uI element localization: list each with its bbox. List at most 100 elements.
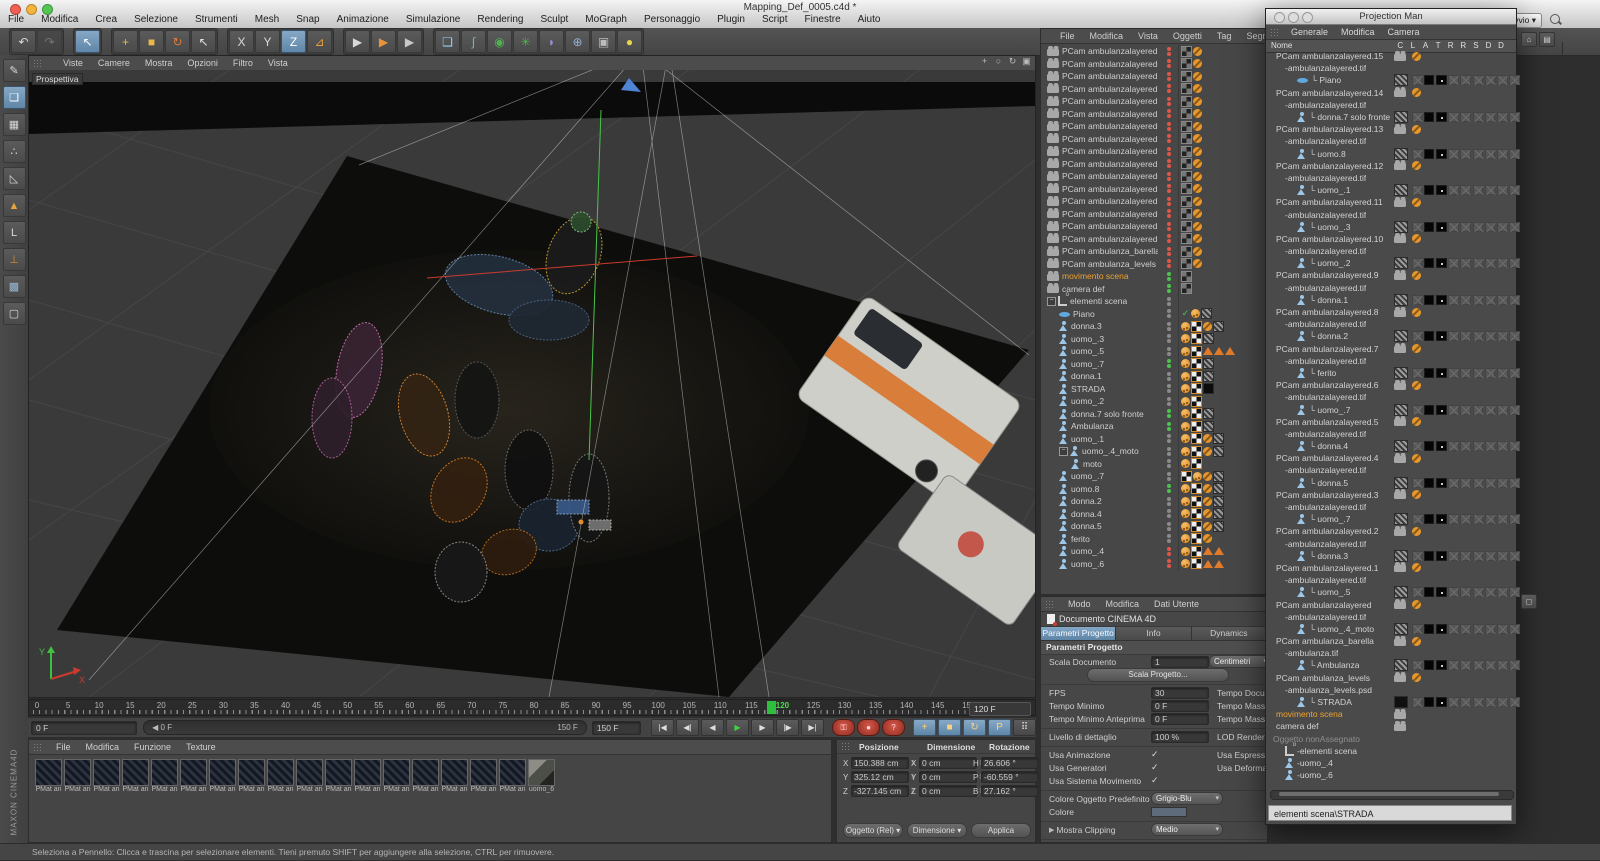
viewport-panel[interactable]: VisteCamereMostraOpzioniFiltroVista +○↻▣ bbox=[28, 55, 1036, 698]
visibility-dots[interactable] bbox=[1160, 283, 1179, 296]
compositing-tag[interactable] bbox=[1412, 234, 1421, 243]
object-row[interactable]: PCam ambulanzalayered.13 bbox=[1041, 70, 1267, 83]
phong-tag[interactable] bbox=[1181, 447, 1190, 456]
om-menu-oggetti[interactable]: Oggetti bbox=[1173, 31, 1202, 41]
param-checkbox[interactable]: ✓ bbox=[1151, 749, 1159, 760]
material-thumbnail[interactable] bbox=[267, 759, 294, 786]
pm-tree-row[interactable]: -ambulanza_levels.psd bbox=[1266, 684, 1516, 696]
display-tag[interactable] bbox=[1181, 246, 1192, 257]
coverage-cell[interactable] bbox=[1497, 295, 1508, 305]
display-tag[interactable] bbox=[1181, 158, 1192, 169]
coverage-cell[interactable] bbox=[1460, 405, 1471, 415]
compositing-tag[interactable] bbox=[1193, 209, 1202, 218]
move-tool-icon[interactable]: + bbox=[113, 30, 138, 53]
compositing-tag[interactable] bbox=[1193, 59, 1202, 68]
pm-tree-row[interactable]: camera def bbox=[1266, 720, 1516, 732]
autokey-button[interactable]: ● bbox=[857, 719, 880, 736]
coverage-cell[interactable] bbox=[1497, 697, 1508, 707]
coverage-cell[interactable] bbox=[1412, 331, 1423, 341]
coverage-cell[interactable] bbox=[1436, 587, 1447, 597]
coverage-cell[interactable] bbox=[1497, 149, 1508, 159]
search-icon[interactable] bbox=[1550, 14, 1560, 24]
coverage-cell[interactable] bbox=[1497, 551, 1508, 561]
warning-icon[interactable] bbox=[1214, 347, 1224, 355]
horizontal-scrollbar[interactable] bbox=[1270, 790, 1514, 800]
coverage-cell[interactable] bbox=[1460, 295, 1471, 305]
compositing-tag[interactable] bbox=[1203, 497, 1212, 506]
axis-mode-icon[interactable]: L bbox=[3, 221, 26, 244]
object-row[interactable]: uomo_.4 bbox=[1041, 545, 1267, 558]
material-item[interactable]: PMat an bbox=[441, 759, 468, 793]
visibility-dots[interactable] bbox=[1160, 208, 1179, 221]
visibility-dots[interactable] bbox=[1160, 320, 1179, 333]
coverage-cell[interactable] bbox=[1424, 368, 1435, 378]
material-thumbnail[interactable] bbox=[93, 759, 120, 786]
coverage-cell[interactable] bbox=[1412, 660, 1423, 670]
pm-tree-row[interactable]: -ambulanzalayered.tif bbox=[1266, 611, 1516, 623]
warning-icon[interactable] bbox=[1203, 547, 1213, 555]
key-parameter-button[interactable]: P bbox=[988, 719, 1011, 736]
projection-swatch[interactable] bbox=[1394, 513, 1408, 525]
coverage-cell[interactable] bbox=[1448, 514, 1459, 524]
coverage-cell[interactable] bbox=[1473, 295, 1484, 305]
object-row[interactable]: uomo.8 bbox=[1041, 483, 1267, 496]
object-row[interactable]: PCam ambulanzalayered.8 bbox=[1041, 133, 1267, 146]
uvw-tag[interactable] bbox=[1191, 346, 1202, 357]
coverage-cell[interactable] bbox=[1424, 185, 1435, 195]
coverage-cell[interactable] bbox=[1424, 478, 1435, 488]
compositing-tag[interactable] bbox=[1193, 247, 1202, 256]
pm-tree-row[interactable]: └ Ambulanza bbox=[1266, 659, 1516, 671]
material-thumbnail[interactable] bbox=[209, 759, 236, 786]
rotate-view-icon[interactable]: ↻ bbox=[1007, 56, 1018, 67]
column-r[interactable]: R bbox=[1457, 41, 1470, 50]
projection-swatch[interactable] bbox=[1394, 111, 1408, 123]
coverage-cell[interactable] bbox=[1448, 624, 1459, 634]
coverage-cell[interactable] bbox=[1473, 149, 1484, 159]
coverage-cell[interactable] bbox=[1497, 478, 1508, 488]
phong-tag[interactable] bbox=[1181, 434, 1190, 443]
coverage-cell[interactable] bbox=[1485, 660, 1496, 670]
param-value-field[interactable]: 100 % bbox=[1151, 731, 1209, 743]
param-value-field[interactable]: 0 F bbox=[1151, 700, 1209, 712]
coverage-cell[interactable] bbox=[1460, 258, 1471, 268]
visibility-dots[interactable] bbox=[1160, 233, 1179, 246]
compositing-tag[interactable] bbox=[1412, 344, 1421, 353]
zoom-window-icon[interactable] bbox=[1302, 12, 1313, 23]
visibility-dots[interactable] bbox=[1160, 45, 1179, 58]
uv-mode-icon[interactable]: ▩ bbox=[3, 275, 26, 298]
coverage-cell[interactable] bbox=[1424, 514, 1435, 524]
texture-tag[interactable] bbox=[1213, 446, 1224, 457]
am-menu-modo[interactable]: Modo bbox=[1068, 599, 1091, 609]
compositing-tag[interactable] bbox=[1412, 563, 1421, 572]
coverage-cell[interactable] bbox=[1448, 149, 1459, 159]
uvw-tag[interactable] bbox=[1191, 533, 1202, 544]
coverage-cell[interactable] bbox=[1460, 514, 1471, 524]
coord-field-posizione-x[interactable]: 150.388 cm bbox=[851, 757, 909, 769]
phong-tag[interactable] bbox=[1181, 372, 1190, 381]
menu-aiuto[interactable]: Aiuto bbox=[858, 14, 881, 25]
compositing-tag[interactable] bbox=[1193, 84, 1202, 93]
material-item[interactable]: PMat an bbox=[209, 759, 236, 793]
coverage-cell[interactable] bbox=[1497, 368, 1508, 378]
object-row[interactable]: uomo_.2 bbox=[1041, 395, 1267, 408]
visibility-dots[interactable] bbox=[1160, 220, 1179, 233]
object-row[interactable]: moto bbox=[1041, 458, 1267, 471]
coverage-cell[interactable] bbox=[1497, 331, 1508, 341]
live-selection-icon[interactable]: ↖ bbox=[75, 30, 100, 53]
current-frame-field[interactable]: 120 F bbox=[969, 702, 1031, 716]
unit-dropdown[interactable]: Centimetri bbox=[1209, 655, 1268, 668]
pm-tree-row[interactable]: └ uomo_.5 bbox=[1266, 586, 1516, 598]
apply-button[interactable]: Applica bbox=[971, 823, 1031, 838]
viewport-menu-camere[interactable]: Camere bbox=[98, 58, 130, 68]
object-row[interactable]: PCam ambulanzalayered.5 bbox=[1041, 170, 1267, 183]
visibility-dots[interactable] bbox=[1160, 408, 1179, 421]
viewport-menu-viste[interactable]: Viste bbox=[63, 58, 83, 68]
coverage-cell[interactable] bbox=[1473, 368, 1484, 378]
coord-field-dimensione-y[interactable]: 0 cm bbox=[919, 771, 977, 783]
panel-grip-icon[interactable] bbox=[33, 59, 41, 68]
coverage-cell[interactable] bbox=[1436, 478, 1447, 488]
visibility-dots[interactable] bbox=[1160, 470, 1179, 483]
object-row[interactable]: −uomo_.4_moto bbox=[1041, 445, 1267, 458]
material-item[interactable]: PMat an bbox=[296, 759, 323, 793]
zoom-view-icon[interactable]: ○ bbox=[993, 56, 1004, 67]
